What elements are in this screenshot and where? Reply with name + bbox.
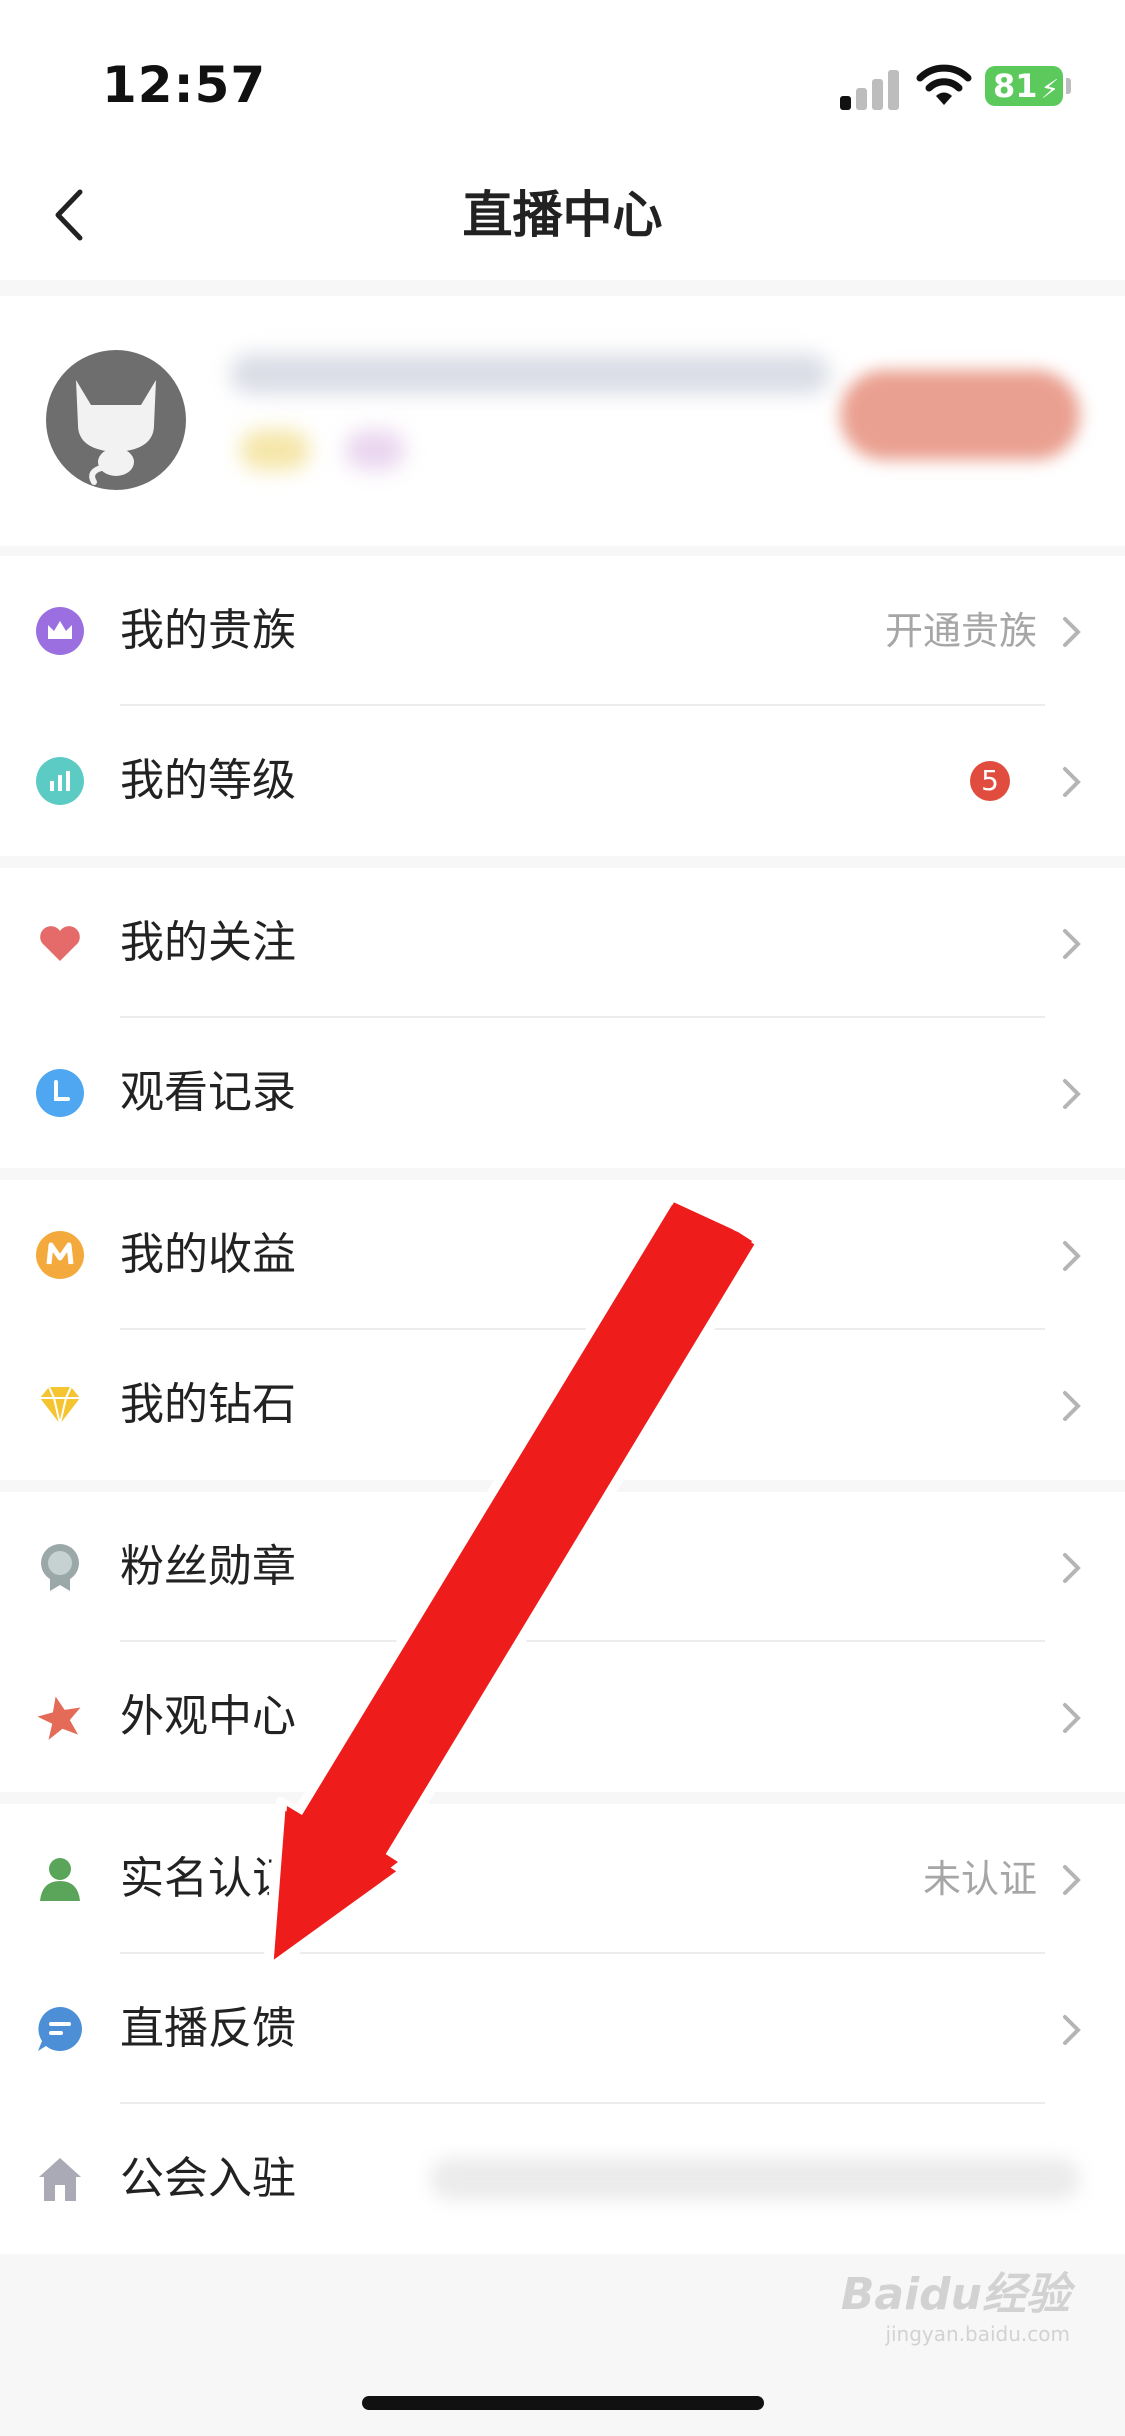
cat-avatar-icon: [76, 380, 156, 485]
menu-item-label: 我的钻石: [120, 1379, 296, 1430]
chevron-right-icon: [1063, 1553, 1081, 1583]
chat-bubble-icon: [38, 2007, 82, 2051]
cellular-signal-icon: [840, 66, 900, 110]
heart-icon: [40, 926, 80, 961]
verify-status-text: 未认证: [922, 1857, 1037, 1901]
menu-item-label: 公会入驻: [120, 2153, 296, 2204]
menu-item-follows[interactable]: 我的关注: [0, 868, 1125, 1018]
page-title: 直播中心: [462, 186, 663, 244]
chevron-right-icon: [1063, 617, 1081, 647]
star-icon: [37, 1696, 81, 1740]
menu-item-label: 我的贵族: [120, 605, 296, 656]
watermark-brand: Baidu经验: [840, 2269, 1070, 2320]
medal-icon: [41, 1544, 79, 1591]
level-bars-icon: [36, 757, 84, 805]
profile-card[interactable]: [0, 296, 1125, 546]
chevron-right-icon: [1063, 1391, 1081, 1421]
level-badge: 5: [970, 761, 1010, 801]
menu-item-diamonds[interactable]: 我的钻石: [0, 1330, 1125, 1480]
noble-action-text: 开通贵族: [884, 609, 1037, 653]
menu-group-4: 粉丝勋章 外观中心: [0, 1492, 1125, 1792]
battery-level: 81: [993, 67, 1038, 105]
chevron-right-icon: [1063, 2015, 1081, 2045]
chevron-right-icon: [1063, 929, 1081, 959]
menu-item-label: 直播反馈: [120, 2003, 296, 2054]
chevron-right-icon: [1063, 1079, 1081, 1109]
menu-item-label: 观看记录: [120, 1067, 296, 1118]
chevron-right-icon: [1063, 767, 1081, 797]
person-icon: [40, 1858, 80, 1901]
watermark-site: jingyan.baidu.com: [885, 2322, 1070, 2346]
menu-group-1: 我的贵族 开通贵族 我的等级 5: [0, 556, 1125, 856]
coin-m-icon: [36, 1231, 84, 1279]
back-button[interactable]: [36, 180, 106, 250]
diamond-icon: [40, 1386, 80, 1425]
menu-item-label: 实名认证: [120, 1853, 296, 1904]
nav-bar: 直播中心: [0, 150, 1125, 280]
menu-item-noble[interactable]: 我的贵族 开通贵族: [0, 556, 1125, 706]
menu-group-5: 实名认证 未认证 直播反馈 公会入驻: [0, 1804, 1125, 2254]
status-bar: 12:57 81 ⚡: [0, 0, 1125, 150]
battery-indicator: 81 ⚡: [985, 66, 1071, 106]
menu-group-3: 我的收益 我的钻石: [0, 1180, 1125, 1480]
charging-bolt-icon: ⚡: [1040, 75, 1059, 105]
menu-item-feedback[interactable]: 直播反馈: [0, 1954, 1125, 2104]
menu-item-label: 我的关注: [120, 917, 296, 968]
chevron-right-icon: [1063, 1865, 1081, 1895]
avatar[interactable]: [46, 350, 186, 490]
baidu-watermark: Baidu经验 jingyan.baidu.com: [841, 2258, 1070, 2346]
chevron-right-icon: [1063, 1241, 1081, 1271]
wifi-icon: [916, 64, 972, 105]
profile-info-blurred: [220, 340, 1090, 500]
profile-action-button-blurred[interactable]: [840, 370, 1080, 460]
status-time: 12:57: [102, 56, 267, 114]
menu-item-label: 外观中心: [120, 1691, 296, 1742]
house-icon: [39, 2158, 81, 2201]
menu-item-level[interactable]: 我的等级 5: [0, 706, 1125, 856]
menu-item-verify[interactable]: 实名认证 未认证: [0, 1804, 1125, 1954]
menu-item-label: 我的等级: [120, 755, 296, 806]
clock-icon: [36, 1069, 84, 1117]
menu-item-guild[interactable]: 公会入驻: [0, 2104, 1125, 2254]
menu-item-appearance[interactable]: 外观中心: [0, 1642, 1125, 1792]
guild-info-blurred: [430, 2158, 1080, 2200]
menu-item-earnings[interactable]: 我的收益: [0, 1180, 1125, 1330]
menu-group-2: 我的关注 观看记录: [0, 868, 1125, 1168]
crown-icon: [36, 607, 84, 655]
home-indicator[interactable]: [362, 2396, 764, 2410]
menu-item-label: 我的收益: [120, 1229, 296, 1280]
menu-item-label: 粉丝勋章: [120, 1541, 296, 1592]
chevron-right-icon: [1063, 1703, 1081, 1733]
menu-item-fan-badge[interactable]: 粉丝勋章: [0, 1492, 1125, 1642]
menu-item-history[interactable]: 观看记录: [0, 1018, 1125, 1168]
